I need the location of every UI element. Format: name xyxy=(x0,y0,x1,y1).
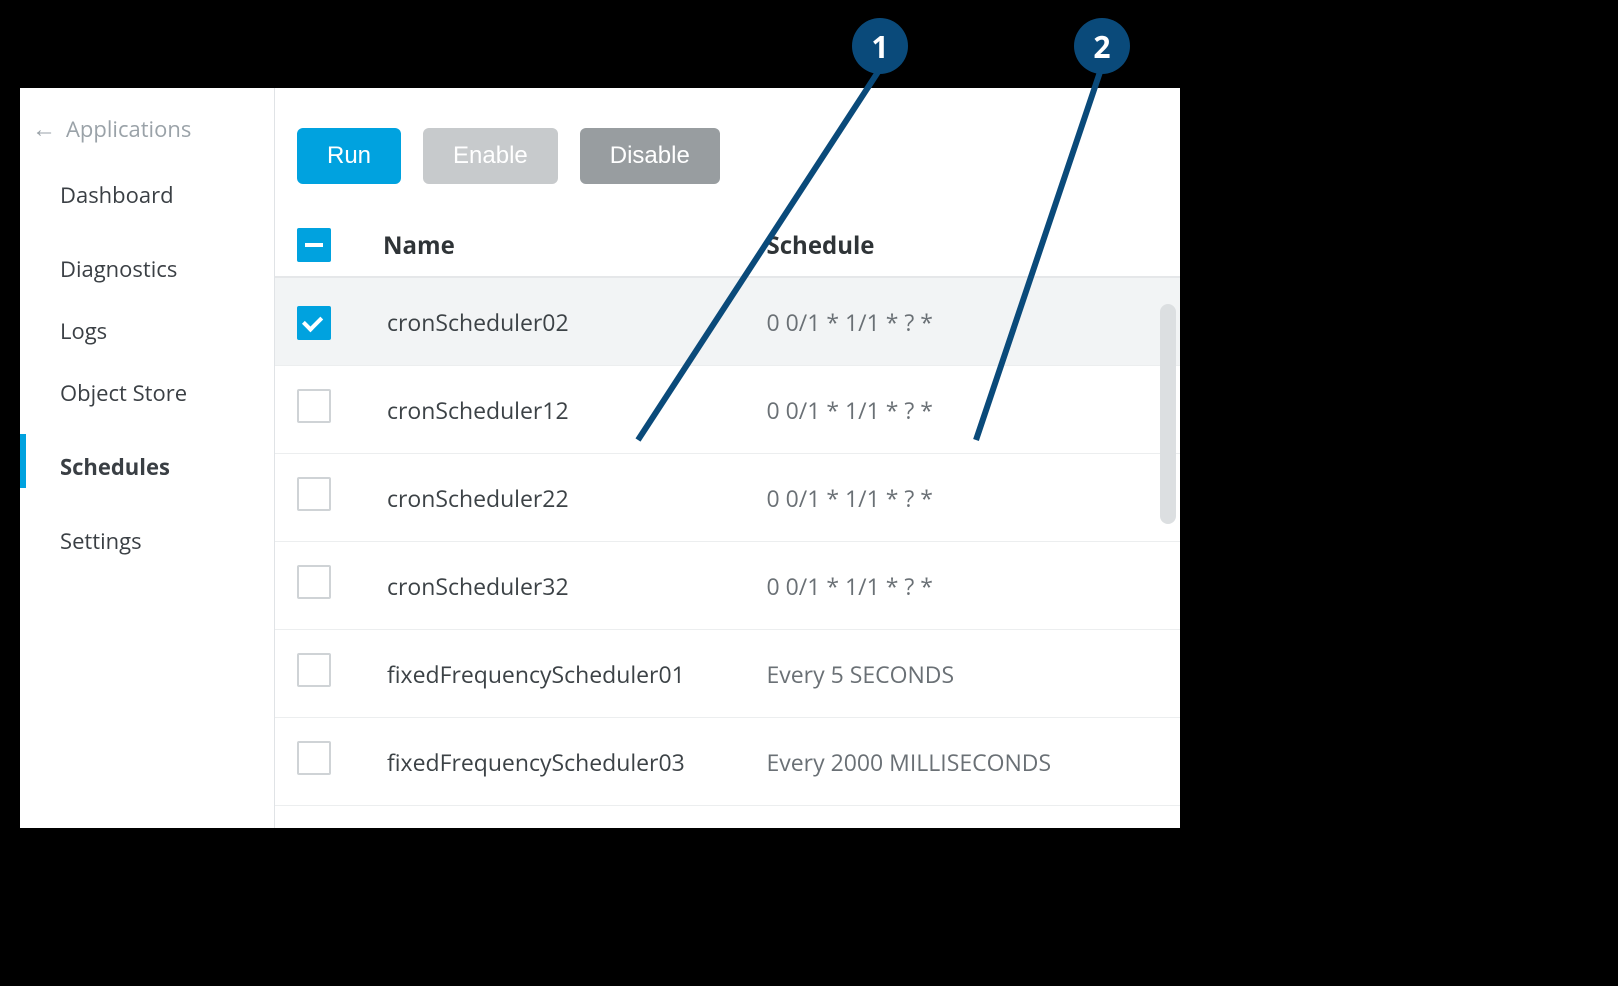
table-row[interactable]: fixedFrequencyScheduler03 Every 2000 MIL… xyxy=(275,718,1180,806)
scrollbar-thumb[interactable] xyxy=(1160,304,1176,524)
app-window: ← Applications Dashboard Diagnostics Log… xyxy=(20,88,1180,828)
toolbar: Run Enable Disable xyxy=(275,128,1180,214)
row-schedule: 0 0/1 * 1/1 * ? * xyxy=(767,570,1157,602)
sidebar-item-label: Dashboard xyxy=(60,180,174,210)
table-header-row: Name Schedule xyxy=(275,214,1180,278)
sidebar-item-label: Logs xyxy=(60,316,107,346)
row-name: cronScheduler32 xyxy=(377,570,767,602)
row-schedule: 0 0/1 * 1/1 * ? * xyxy=(767,482,1157,514)
callout-label: 1 xyxy=(871,26,888,67)
sidebar-item-label: Schedules xyxy=(60,452,170,482)
back-to-applications[interactable]: ← Applications xyxy=(20,108,274,164)
callout-badge-1: 1 xyxy=(852,18,908,74)
row-schedule: 0 0/1 * 1/1 * ? * xyxy=(767,394,1157,426)
sidebar-item-diagnostics[interactable]: Diagnostics xyxy=(20,226,274,300)
row-name: cronScheduler12 xyxy=(377,394,767,426)
table-row[interactable]: cronScheduler02 0 0/1 * 1/1 * ? * xyxy=(275,278,1180,366)
enable-button[interactable]: Enable xyxy=(423,128,558,184)
row-name: fixedFrequencyScheduler01 xyxy=(377,658,767,690)
arrow-left-icon: ← xyxy=(32,117,56,141)
column-header-name[interactable]: Name xyxy=(377,229,767,262)
main-panel: Run Enable Disable Name Schedule cronSch… xyxy=(275,88,1180,828)
table-row[interactable]: cronScheduler32 0 0/1 * 1/1 * ? * xyxy=(275,542,1180,630)
callout-badge-2: 2 xyxy=(1074,18,1130,74)
sidebar-item-schedules[interactable]: Schedules xyxy=(20,424,274,498)
row-checkbox[interactable] xyxy=(297,306,331,340)
row-checkbox[interactable] xyxy=(297,389,331,423)
sidebar-item-label: Settings xyxy=(60,526,142,556)
row-checkbox[interactable] xyxy=(297,565,331,599)
table-row[interactable]: fixedFrequencyScheduler01 Every 5 SECOND… xyxy=(275,630,1180,718)
disable-button[interactable]: Disable xyxy=(580,128,720,184)
callout-label: 2 xyxy=(1093,26,1110,67)
table-row[interactable]: cronScheduler22 0 0/1 * 1/1 * ? * xyxy=(275,454,1180,542)
sidebar-item-label: Diagnostics xyxy=(60,254,177,284)
row-schedule: Every 2000 MILLISECONDS xyxy=(767,746,1157,778)
sidebar: ← Applications Dashboard Diagnostics Log… xyxy=(20,88,275,828)
row-schedule: 0 0/1 * 1/1 * ? * xyxy=(767,306,1157,338)
select-all-checkbox[interactable] xyxy=(297,228,331,262)
sidebar-item-object-store[interactable]: Object Store xyxy=(20,362,274,424)
sidebar-item-dashboard[interactable]: Dashboard xyxy=(20,164,274,226)
row-checkbox[interactable] xyxy=(297,477,331,511)
back-label: Applications xyxy=(66,114,191,144)
row-name: cronScheduler02 xyxy=(377,306,767,338)
sidebar-item-settings[interactable]: Settings xyxy=(20,498,274,572)
table-row[interactable]: cronScheduler12 0 0/1 * 1/1 * ? * xyxy=(275,366,1180,454)
row-checkbox[interactable] xyxy=(297,653,331,687)
schedules-table: Name Schedule cronScheduler02 0 0/1 * 1/… xyxy=(275,214,1180,806)
row-checkbox[interactable] xyxy=(297,741,331,775)
sidebar-item-logs[interactable]: Logs xyxy=(20,300,274,362)
column-header-schedule[interactable]: Schedule xyxy=(767,229,1157,262)
sidebar-item-label: Object Store xyxy=(60,378,187,408)
run-button[interactable]: Run xyxy=(297,128,401,184)
row-name: cronScheduler22 xyxy=(377,482,767,514)
row-schedule: Every 5 SECONDS xyxy=(767,658,1157,690)
row-name: fixedFrequencyScheduler03 xyxy=(377,746,767,778)
